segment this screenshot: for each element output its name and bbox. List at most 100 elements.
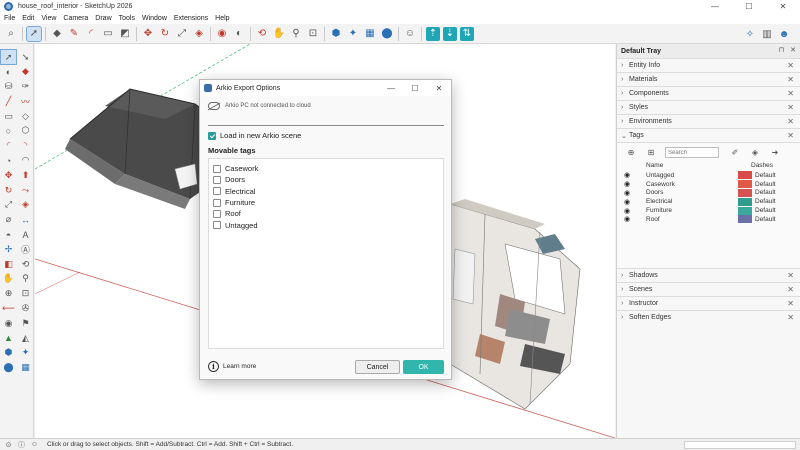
tag-checkbox[interactable] [213,198,221,207]
tag-row[interactable]: ◉ Roof Default [617,215,800,224]
offset-icon[interactable]: ◈ [18,198,33,212]
zoom-window-icon[interactable]: ⊕ [1,287,16,301]
three-point-arc-icon[interactable]: ◠ [18,154,33,168]
paint-bucket-icon[interactable]: ◐ [232,27,246,41]
eraser-icon[interactable]: ◆ [50,27,64,41]
circle-icon[interactable]: ○ [1,124,16,138]
extension-manager-icon[interactable]: ✦ [18,346,33,360]
tag-row-dashes[interactable]: Default [755,189,776,196]
dimension-icon[interactable]: ↔ [18,213,33,227]
arkio-export-icon[interactable]: ⇡ [426,26,440,41]
trimble-connect-icon[interactable]: ⬤ [1,361,16,375]
visibility-eye-icon[interactable]: ◉ [624,215,634,223]
panel-close-icon[interactable]: ✕ [787,61,794,70]
tag-search-input[interactable] [665,147,719,158]
warehouse-icon[interactable]: ⬢ [329,27,343,41]
select-icon[interactable]: ➚ [0,49,17,65]
sandbox-icon[interactable]: ▲ [1,331,16,345]
panel-materials[interactable]: › Materials ✕ [617,72,800,86]
lasso-icon[interactable]: ➘ [18,50,33,64]
tag-tool-icon[interactable]: ✐ [729,147,741,158]
tag-color-swatch[interactable] [738,171,752,180]
paint-icon[interactable]: ◐ [1,65,16,79]
panel-close-icon[interactable]: ✕ [787,89,794,98]
follow-me-icon[interactable]: ⤳ [18,183,33,197]
tray-toggle-icon[interactable]: ▥ [760,27,774,41]
panel-shadows[interactable]: › Shadows ✕ [617,268,800,282]
arkio-import-icon[interactable]: ⇣ [443,26,457,41]
tag-row-dashes[interactable]: Default [755,198,776,205]
tape-measure-icon[interactable]: ◉ [215,27,229,41]
dialog-close-button[interactable]: ✕ [427,80,451,96]
rectangle-icon[interactable]: ▭ [1,109,16,123]
tag-color-swatch[interactable] [738,197,752,206]
eyedropper-icon[interactable]: ✑ [18,80,33,94]
learn-more-link[interactable]: i Learn more [208,361,256,372]
look-around-icon[interactable]: ◉ [1,316,16,330]
move-icon[interactable]: ✥ [141,27,155,41]
rotated-rectangle-icon[interactable]: ◇ [18,109,33,123]
panel-tags[interactable]: ⌄ Tags ✕ [617,128,800,142]
tag-option-electrical[interactable]: Electrical [209,186,443,197]
tag-tool-icon[interactable]: ⛁ [1,80,16,94]
panel-scenes[interactable]: › Scenes ✕ [617,282,800,296]
tag-row[interactable]: ◉ Casework Default [617,180,800,189]
position-camera-icon[interactable]: ✇ [18,302,33,316]
protractor-icon[interactable]: ◓ [1,228,16,242]
tag-checkbox[interactable] [213,209,221,218]
scale-icon[interactable]: ⤢ [175,27,189,41]
pencil-icon[interactable]: ✎ [67,27,81,41]
menu-window[interactable]: Window [142,15,167,22]
tag-checkbox[interactable] [213,221,221,230]
line-icon[interactable]: ╱ [1,94,16,108]
tag-row-dashes[interactable]: Default [755,181,776,188]
orbit-icon[interactable]: ⟲ [255,27,269,41]
tag-row-dashes[interactable]: Default [755,172,776,179]
panel-styles[interactable]: › Styles ✕ [617,100,800,114]
zoom-icon[interactable]: ⚲ [18,272,33,286]
search-icon[interactable]: ⌕ [4,27,18,41]
load-new-scene-checkbox[interactable] [208,131,216,140]
tag-row[interactable]: ◉ Doors Default [617,188,800,198]
color-by-tag-icon[interactable]: ◈ [749,147,761,158]
visibility-eye-icon[interactable]: ◉ [624,207,634,215]
pan-icon[interactable]: ✋ [272,27,286,41]
rectangle-icon[interactable]: ▭ [101,27,115,41]
two-point-arc-icon[interactable]: ◝ [18,139,33,153]
panel-close-icon[interactable]: ✕ [787,103,794,112]
movable-tags-list[interactable]: Casework Doors Electrical Furniture Roof… [208,158,444,349]
ai-assistant-icon[interactable]: ✧ [743,27,757,41]
panel-entity-info[interactable]: › Entity Info ✕ [617,58,800,72]
trimble-connect-icon[interactable]: ⬤ [380,27,394,41]
tag-color-swatch[interactable] [738,188,752,197]
menu-help[interactable]: Help [215,15,229,22]
menu-camera[interactable]: Camera [63,15,88,22]
rotate-icon[interactable]: ↻ [158,27,172,41]
menu-view[interactable]: View [41,15,56,22]
previous-view-icon[interactable]: ⟵ [1,302,16,316]
layout-send-icon[interactable]: ▦ [18,361,33,375]
measurements-box[interactable] [684,441,796,449]
tag-row[interactable]: ◉ Furniture Default [617,206,800,215]
dialog-maximize-button[interactable]: ☐ [403,80,427,96]
tag-row-dashes[interactable]: Default [755,207,776,214]
info-icon[interactable]: ⓘ [17,440,26,449]
panel-environments[interactable]: › Environments ✕ [617,114,800,128]
tag-option-furniture[interactable]: Furniture [209,197,443,208]
layout-icon[interactable]: ▦ [363,27,377,41]
panel-close-icon[interactable]: ✕ [787,313,794,322]
panel-close-icon[interactable]: ✕ [787,271,794,280]
zoom-icon[interactable]: ⚲ [289,27,303,41]
push-pull-icon[interactable]: ⬆ [18,168,33,182]
visibility-eye-icon[interactable]: ◉ [624,171,634,179]
pie-icon[interactable]: ◔ [1,154,16,168]
orbit-icon[interactable]: ⟲ [18,257,33,271]
close-window-button[interactable]: ✕ [766,0,800,12]
tag-option-casework[interactable]: Casework [209,163,443,174]
menu-draw[interactable]: Draw [95,15,111,22]
rotate-icon[interactable]: ↻ [1,183,16,197]
tag-checkbox[interactable] [213,175,221,184]
stamp-icon[interactable]: ◭ [18,331,33,345]
tag-row[interactable]: ◉ Electrical Default [617,197,800,206]
arkio-sync-icon[interactable]: ⇅ [460,26,474,41]
